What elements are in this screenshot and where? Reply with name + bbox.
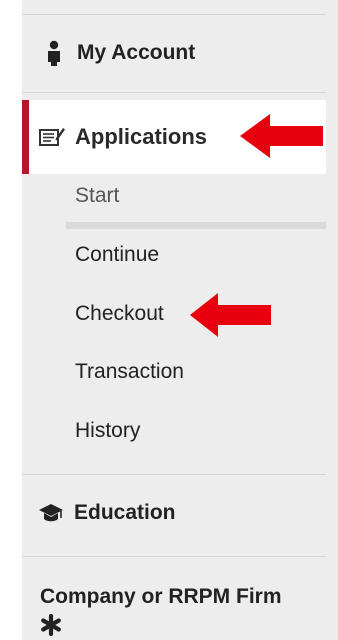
- nav-item-my-account[interactable]: My Account: [22, 32, 326, 74]
- nav-item-education[interactable]: Education: [22, 492, 326, 534]
- nav-label-education: Education: [74, 501, 176, 524]
- top-divider: [22, 14, 326, 15]
- divider-education: [22, 556, 326, 557]
- divider-applications: [22, 474, 326, 475]
- sub-item-start[interactable]: Start: [75, 184, 119, 208]
- divider-my-account: [22, 92, 326, 93]
- sub-item-transaction[interactable]: Transaction: [75, 360, 184, 384]
- asterisk-icon: [40, 613, 326, 640]
- edit-document-icon: [39, 124, 65, 150]
- red-arrow-icon: [240, 114, 323, 158]
- sub-item-continue[interactable]: Continue: [75, 243, 159, 267]
- red-arrow-icon: [190, 293, 271, 337]
- sub-item-separator: [66, 222, 326, 229]
- nav-label-applications: Applications: [75, 124, 208, 149]
- person-icon: [41, 40, 67, 66]
- nav-label-my-account: My Account: [77, 41, 196, 64]
- nav-item-company[interactable]: Company or RRPM Firm: [40, 583, 326, 640]
- nav-label-company: Company or RRPM Firm: [40, 585, 282, 608]
- sub-item-checkout[interactable]: Checkout: [75, 302, 164, 326]
- side-navigation: [22, 0, 338, 640]
- graduation-cap-icon: [38, 500, 64, 526]
- sub-item-history[interactable]: History: [75, 419, 140, 443]
